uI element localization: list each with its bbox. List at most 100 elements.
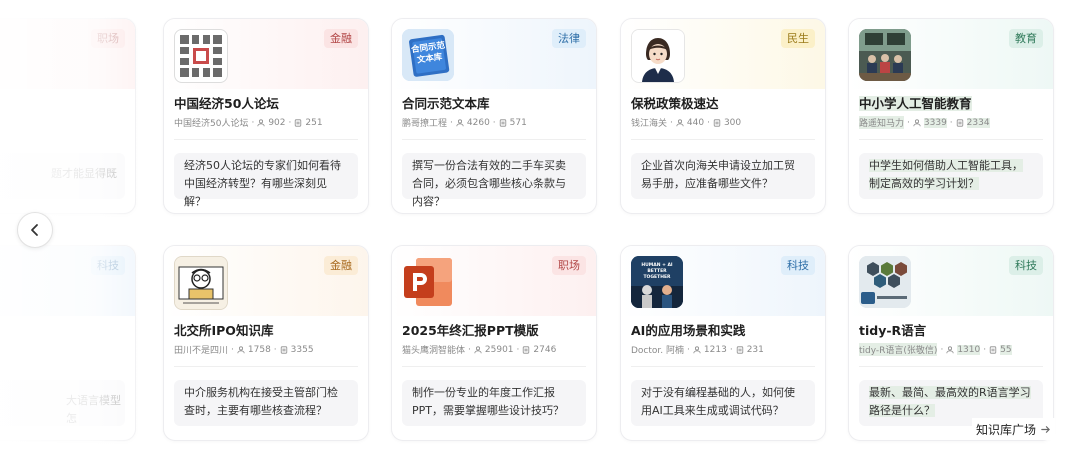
- arrow-right-icon: [1041, 425, 1050, 433]
- question-text: 题才能显得既: [51, 167, 117, 180]
- card-meta: 钱江海关 · 440 · 300: [631, 117, 742, 130]
- officer-avatar-icon: [631, 29, 685, 83]
- cartoon-reader-icon: [174, 256, 228, 310]
- author-name: 猫头鹰洞智能体: [402, 346, 466, 356]
- documents-count: 251: [305, 117, 323, 128]
- thumb-text: HUMAN + AI BETTER TOGETHER: [641, 263, 673, 280]
- documents-count: 55: [1000, 344, 1012, 355]
- documents-icon: [499, 118, 506, 127]
- members-icon: [946, 345, 954, 353]
- members-icon: [237, 345, 245, 353]
- sample-question[interactable]: 中学生如何借助人工智能工具，制定高效的学习计划？: [859, 153, 1043, 199]
- documents-icon: [736, 345, 743, 354]
- knowledge-card[interactable]: 民生 保税政策极速达 钱江海关 · 440 · 300 企业首次向海关申请设立加…: [620, 18, 826, 214]
- knowledge-card[interactable]: 金融 北交所IPO知识库 田川不是四川 · 1758 · 3355 中介服务机构…: [163, 245, 369, 441]
- card-title: tidy-R语言: [859, 323, 927, 338]
- members-count: 3339: [923, 117, 947, 128]
- sample-question[interactable]: 制作一份专业的年度工作汇报PPT，需要掌握哪些设计技巧？: [402, 380, 586, 426]
- documents-count: 2746: [533, 344, 557, 355]
- documents-icon: [956, 118, 963, 127]
- card-title: AI的应用场景和实践: [631, 323, 746, 338]
- contract-book-icon: 合同示范文本库: [402, 29, 454, 81]
- knowledge-square-link[interactable]: 知识库广场: [972, 418, 1056, 440]
- author-name: Doctor. 阿楠: [631, 346, 685, 356]
- members-icon: [676, 118, 684, 126]
- r-hexagon-book-icon: [859, 256, 911, 308]
- powerpoint-icon: [402, 256, 454, 308]
- card-title: 保税政策极速达: [631, 96, 719, 111]
- knowledge-square-label: 知识库广场: [976, 422, 1037, 437]
- documents-count: 571: [509, 117, 527, 128]
- sample-question[interactable]: 经济50人论坛的专家们如何看待中国经济转型？有哪些深刻见解？: [174, 153, 358, 208]
- category-tag: 科技: [1009, 256, 1043, 275]
- question-text: 大语言模型怎: [66, 394, 121, 425]
- sample-question[interactable]: 对于没有编程基础的人，如何使用AI工具来生成或调试代码？: [631, 380, 815, 426]
- card-title: 合同示范文本库: [402, 96, 490, 111]
- category-tag: 职场: [552, 256, 586, 275]
- members-count: 25901: [484, 344, 514, 355]
- knowledge-card-ghost[interactable]: 职场 题才能显得既: [0, 18, 136, 214]
- category-tag: 金融: [324, 29, 358, 48]
- documents-icon: [523, 345, 530, 354]
- card-title: 北交所IPO知识库: [174, 323, 274, 338]
- classroom-photo-icon: [859, 29, 911, 81]
- chevron-left-icon: [31, 224, 38, 236]
- sample-question[interactable]: 题才能显得既: [0, 153, 125, 199]
- card-meta: 中国经济50人论坛 · 902 · 251: [174, 117, 323, 130]
- documents-icon: [280, 345, 287, 354]
- documents-icon: [713, 118, 721, 127]
- author-name: 田川不是四川: [174, 346, 229, 356]
- card-meta: 路遥知马力 · 3339 · 2334: [859, 116, 990, 129]
- members-count: 902: [268, 117, 286, 128]
- card-meta: Doctor. 阿楠 · 1213 · 231: [631, 344, 764, 357]
- knowledge-card-ghost[interactable]: 科技 大语言模型怎: [0, 245, 136, 441]
- ai-poster-icon: HUMAN + AI BETTER TOGETHER: [631, 256, 683, 308]
- card-meta: 田川不是四川 · 1758 · 3355: [174, 344, 314, 357]
- category-tag: 教育: [1009, 29, 1043, 48]
- knowledge-card[interactable]: 科技 tidy-R语言 tidy-R语言(张敬信) · 1310 · 55 最新…: [848, 245, 1054, 441]
- sample-question[interactable]: 中介服务机构在接受主管部门检查时，主要有哪些核查流程？: [174, 380, 358, 426]
- carousel-prev-button[interactable]: [17, 212, 53, 248]
- members-count: 440: [686, 117, 705, 128]
- knowledge-card[interactable]: 教育 中小学人工智能教育 路遥知马力 · 3339 · 2334 中学生如何借助…: [848, 18, 1054, 214]
- members-icon: [474, 345, 482, 353]
- card-title: 中国经济50人论坛: [174, 96, 279, 111]
- members-icon: [913, 118, 921, 126]
- knowledge-card[interactable]: 科技 HUMAN + AI BETTER TOGETHER AI的应用场景和实践…: [620, 245, 826, 441]
- documents-count: 231: [746, 344, 764, 355]
- members-icon: [693, 345, 701, 353]
- members-count: 1758: [247, 344, 271, 355]
- card-meta: tidy-R语言(张敬信) · 1310 · 55: [859, 343, 1012, 356]
- card-title: 中小学人工智能教育: [859, 96, 972, 111]
- documents-count: 2334: [966, 117, 990, 128]
- documents-icon: [295, 118, 302, 127]
- card-meta: 鹏哥撩工程 · 4260 · 571: [402, 117, 527, 130]
- category-tag: 职场: [91, 29, 125, 48]
- author-name: 路遥知马力: [859, 116, 905, 129]
- members-count: 1310: [957, 344, 981, 355]
- category-tag: 金融: [324, 256, 358, 275]
- knowledge-base-carousel: 职场 题才能显得既 科技 大语言模型怎 金融 中国经济50人论坛 中国经济50人…: [0, 0, 1080, 461]
- members-icon: [257, 118, 265, 126]
- author-name: 中国经济50人论坛: [174, 119, 249, 129]
- category-tag: 科技: [91, 256, 125, 275]
- knowledge-card[interactable]: 法律 合同示范文本库 合同示范文本库 鹏哥撩工程 · 4260 · 571 撰写…: [391, 18, 597, 214]
- seal-logo-icon: [174, 29, 228, 83]
- sample-question[interactable]: 撰写一份合法有效的二手车买卖合同，必须包含哪些核心条款与内容？: [402, 153, 586, 208]
- author-name: tidy-R语言(张敬信): [859, 343, 938, 356]
- knowledge-card[interactable]: 金融 中国经济50人论坛 中国经济50人论坛 · 902 · 251 经济50人…: [163, 18, 369, 214]
- card-meta: 猫头鹰洞智能体 · 25901 · 2746: [402, 344, 557, 357]
- documents-count: 300: [723, 117, 742, 128]
- author-name: 鹏哥撩工程: [402, 119, 448, 129]
- documents-count: 3355: [290, 344, 314, 355]
- members-count: 1213: [703, 344, 727, 355]
- knowledge-card[interactable]: 职场 2025年终汇报PPT模版 猫头鹰洞智能体 · 25901 · 2746 …: [391, 245, 597, 441]
- category-tag: 科技: [781, 256, 815, 275]
- sample-question[interactable]: 大语言模型怎: [0, 380, 125, 426]
- members-icon: [456, 118, 464, 126]
- card-title: 2025年终汇报PPT模版: [402, 323, 539, 338]
- category-tag: 民生: [781, 29, 815, 48]
- members-count: 4260: [466, 117, 490, 128]
- sample-question[interactable]: 企业首次向海关申请设立加工贸易手册，应准备哪些文件？: [631, 153, 815, 199]
- documents-icon: [989, 345, 997, 354]
